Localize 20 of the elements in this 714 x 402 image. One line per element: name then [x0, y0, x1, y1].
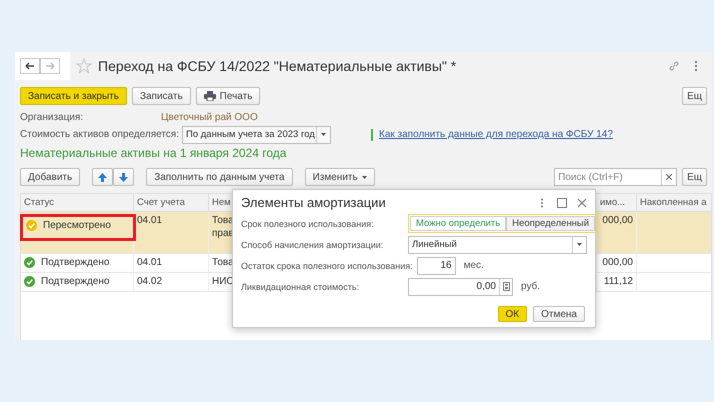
field-label: Срок полезного использования:: [241, 218, 375, 228]
section-title: Нематериальные активы на 1 января 2024 года: [19, 145, 288, 161]
unit-label: мес.: [464, 260, 484, 271]
field-label: Остаток срока полезного использования:: [241, 260, 413, 270]
dialog-title: Элементы амортизации: [241, 195, 387, 210]
field-label: Стоимость активов определяется:: [20, 129, 179, 140]
status-text: Подтверждено: [41, 257, 110, 268]
unit-label: руб.: [521, 281, 540, 292]
table-cell: 000,00: [602, 257, 633, 268]
table-cell: 04.02: [137, 276, 162, 287]
table-cell: 04.01: [137, 257, 162, 268]
field-label: Ликвидационная стоимость:: [241, 282, 360, 292]
window-title: Переход на ФСБУ 14/2022 "Нематериальные активы" *: [98, 58, 458, 74]
table-cell: 111,12: [604, 276, 633, 287]
table-cell: 000,00: [602, 215, 633, 226]
field-label: Организация:: [20, 112, 84, 123]
field-label: Способ начисления амортизации:: [241, 240, 384, 250]
status-text: Пересмотрено: [43, 220, 111, 231]
table-cell: 04.01: [137, 215, 162, 226]
status-text: Подтверждено: [41, 276, 110, 287]
